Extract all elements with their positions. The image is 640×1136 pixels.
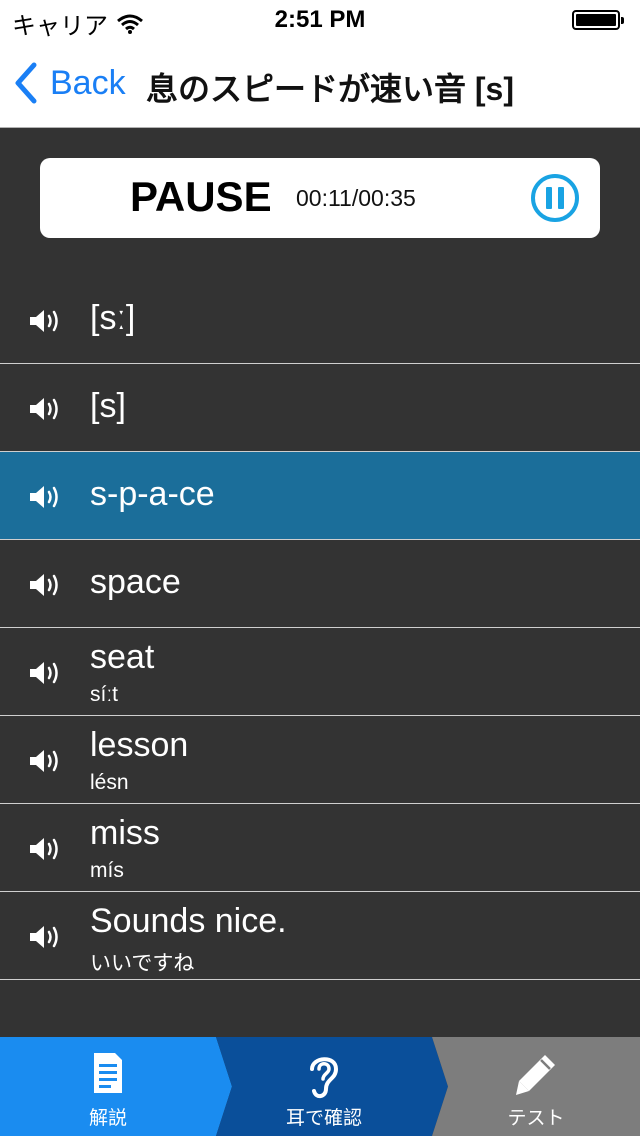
tab-bar: 解説 耳で確認 テスト [0,1037,640,1136]
item-pronunciation: síːt [90,683,119,706]
item-word: miss [90,814,160,852]
battery-icon [572,10,624,30]
pencil-icon [516,1055,555,1095]
pause-icon [531,174,579,222]
audio-player: PAUSE 00:11/00:35 [40,158,600,238]
list-item[interactable]: space [0,540,640,628]
sound-list: [sː] [s] s-p-a-ce space seat síːt lesson… [0,276,640,980]
clock: 2:51 PM [274,6,366,33]
item-pronunciation: lésn [90,771,129,794]
speaker-icon [30,486,58,508]
pause-button[interactable] [530,173,580,223]
item-word: s-p-a-ce [90,475,215,513]
tab-label: テスト [507,1108,565,1129]
ear-icon [310,1057,339,1098]
back-label: Back [50,63,126,102]
tab-label: 解説 [88,1108,127,1129]
item-word: [s] [90,387,126,425]
speaker-icon [30,310,58,332]
speaker-icon [30,574,58,596]
back-button[interactable]: Back [14,62,126,104]
item-translation: いいですね [90,952,195,975]
list-item-active[interactable]: s-p-a-ce [0,452,640,540]
list-item[interactable]: miss mís [0,804,640,892]
speaker-icon [30,662,58,684]
item-word: Sounds nice. [90,902,287,940]
tab-label: 耳で確認 [285,1108,362,1129]
item-word: seat [90,638,155,676]
tab-explanation[interactable]: 解説 [0,1037,216,1136]
tab-test[interactable]: テスト [432,1037,640,1136]
player-timecode: 00:11/00:35 [296,185,416,211]
item-word: lesson [90,726,189,764]
document-icon [94,1053,122,1093]
list-item[interactable]: seat síːt [0,628,640,716]
list-item[interactable]: lesson lésn [0,716,640,804]
item-pronunciation: mís [90,859,124,882]
nav-bar: Back 息のスピードが速い音 [s] [0,40,640,128]
speaker-icon [30,926,58,948]
item-word: space [90,563,181,601]
item-word: [sː] [90,299,136,337]
list-item[interactable]: [s] [0,364,640,452]
list-item[interactable]: [sː] [0,276,640,364]
chevron-left-icon [15,62,37,104]
speaker-icon [30,398,58,420]
player-state-label: PAUSE [130,173,272,220]
tab-listen-check[interactable]: 耳で確認 [216,1037,432,1136]
status-bar: キャリア 2:51 PM [0,0,640,40]
speaker-icon [30,838,58,860]
list-item[interactable]: Sounds nice. いいですね [0,892,640,980]
page-title: 息のスピードが速い音 [s] [146,71,515,107]
speaker-icon [30,750,58,772]
